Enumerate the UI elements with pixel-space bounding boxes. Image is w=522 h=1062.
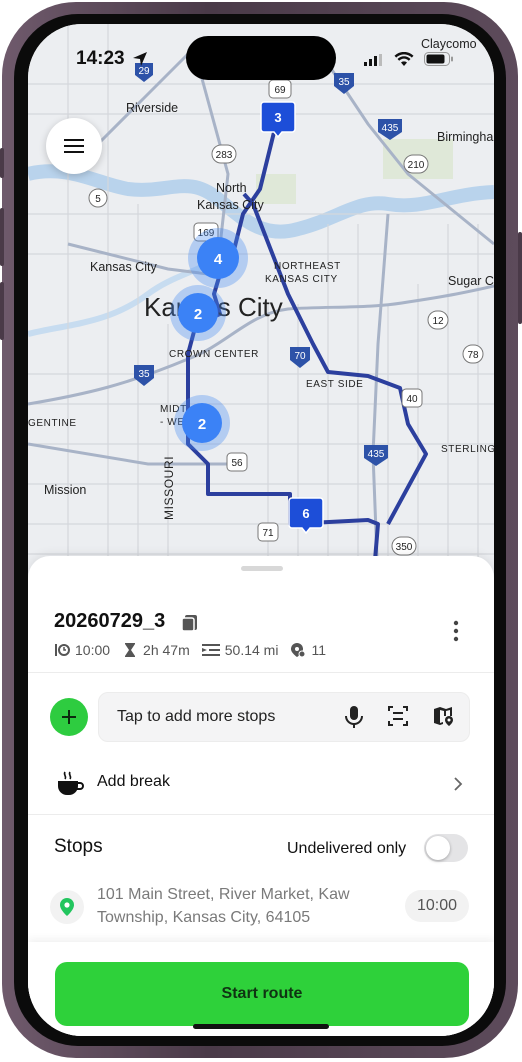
label-argentine: GENTINE — [28, 418, 77, 429]
shield-69: 69 — [274, 85, 286, 96]
label-crown-center: CROWN CENTER — [169, 349, 259, 360]
app-screen: 29 69 35 283 435 210 5 169 12 70 78 40 5… — [28, 24, 494, 1036]
svg-text:4: 4 — [214, 251, 223, 268]
meta-distance: 50.14 mi — [224, 642, 279, 658]
label-kansas-city-ks: Kansas City — [90, 260, 157, 274]
add-stop-button[interactable] — [50, 698, 88, 736]
divider — [28, 814, 494, 815]
shield-12: 12 — [432, 316, 444, 327]
meta-stop-count: 11 — [311, 642, 326, 658]
copy-icon[interactable] — [180, 612, 200, 632]
more-options-icon[interactable] — [448, 620, 464, 642]
add-break-row[interactable]: Add break — [28, 756, 494, 814]
hamburger-icon — [64, 139, 84, 153]
power-button — [518, 232, 522, 324]
svg-text:2: 2 — [194, 306, 202, 323]
label-north-kc: Kansas City — [197, 198, 264, 212]
shield-56: 56 — [231, 458, 243, 469]
stop-pin — [50, 890, 84, 924]
stop-marker[interactable]: 3 — [260, 101, 296, 139]
route-meta: 10:00 2h 47m 50.14 mi 11 — [54, 642, 338, 658]
start-time-icon — [55, 644, 70, 656]
volume-up-button — [0, 208, 4, 266]
cluster-marker[interactable]: 2 — [170, 285, 226, 341]
location-pin-icon — [60, 898, 74, 916]
dynamic-island — [186, 36, 336, 80]
distance-icon — [201, 644, 220, 656]
start-route-button[interactable]: Start route — [55, 962, 469, 1026]
cluster-marker[interactable]: 2 — [174, 395, 230, 451]
wifi-icon — [394, 52, 414, 66]
battery-icon — [424, 52, 453, 66]
shield-283: 283 — [216, 150, 233, 161]
bottom-action-bar: Start route — [28, 942, 494, 1036]
mute-switch — [0, 148, 4, 178]
coffee-icon — [58, 771, 84, 795]
label-missouri: MISSOURI — [162, 456, 176, 520]
chevron-right-icon — [454, 777, 463, 791]
shield-5: 5 — [95, 194, 101, 205]
label-sugar-creek: Sugar C — [448, 274, 494, 288]
add-stops-placeholder: Tap to add more stops — [117, 708, 276, 725]
signal-icon — [364, 54, 382, 66]
volume-down-button — [0, 282, 4, 340]
shield-435-south: 435 — [368, 449, 385, 460]
stop-time-badge: 10:00 — [405, 890, 469, 922]
undelivered-toggle[interactable] — [424, 834, 468, 862]
svg-text:3: 3 — [274, 110, 281, 125]
shield-78: 78 — [467, 350, 479, 361]
shield-350: 350 — [396, 542, 413, 553]
shield-435: 435 — [382, 123, 399, 134]
stop-list-item[interactable]: 101 Main Street, River Market, Kaw Towns… — [28, 878, 494, 938]
map-pin-icon[interactable] — [433, 705, 455, 727]
sheet-grabber[interactable] — [241, 566, 283, 571]
label-northeast-kc: KANSAS CITY — [265, 274, 338, 285]
shield-35-south: 35 — [138, 369, 150, 380]
label-northeast: NORTHEAST — [274, 261, 341, 272]
divider — [28, 672, 494, 673]
meta-start-time: 10:00 — [75, 642, 111, 658]
add-break-label: Add break — [97, 773, 170, 790]
hourglass-icon — [125, 643, 136, 657]
stop-address: 101 Main Street, River Market, Kaw Towns… — [97, 886, 350, 926]
label-birmingham: Birmingha — [437, 130, 493, 144]
status-time: 14:23 — [76, 48, 125, 69]
meta-duration: 2h 47m — [143, 642, 190, 658]
cluster-marker[interactable]: 4 — [188, 228, 248, 288]
location-arrow-icon — [133, 52, 147, 66]
stops-heading: Stops — [54, 836, 103, 857]
add-stops-input[interactable]: Tap to add more stops — [98, 692, 470, 742]
menu-button[interactable] — [46, 118, 102, 174]
stops-count-icon — [291, 643, 306, 658]
undelivered-label: Undelivered only — [287, 840, 407, 857]
stop-marker[interactable]: 6 — [288, 497, 324, 535]
scan-icon[interactable] — [387, 705, 409, 727]
shield-40: 40 — [406, 394, 418, 405]
shield-210: 210 — [408, 160, 425, 171]
label-north: North — [216, 181, 247, 195]
label-sterling: STERLING — [441, 444, 494, 455]
plus-icon — [62, 710, 76, 724]
label-east-side: EAST SIDE — [306, 379, 363, 390]
shield-71: 71 — [262, 528, 274, 539]
svg-text:2: 2 — [198, 416, 206, 433]
shield-70: 70 — [294, 351, 306, 362]
label-riverside: Riverside — [126, 101, 178, 115]
microphone-icon[interactable] — [343, 705, 365, 729]
label-mission: Mission — [44, 483, 86, 497]
toggle-knob — [426, 836, 450, 860]
route-title: 20260729_3 — [54, 610, 166, 632]
home-indicator — [193, 1024, 329, 1029]
svg-text:6: 6 — [302, 506, 309, 521]
status-bar: 14:23 — [28, 24, 494, 82]
route-sheet: 20260729_3 10:00 2h 47m 50.14 mi 11 Tap … — [28, 556, 494, 1036]
route-map[interactable]: 29 69 35 283 435 210 5 169 12 70 78 40 5… — [28, 24, 494, 584]
